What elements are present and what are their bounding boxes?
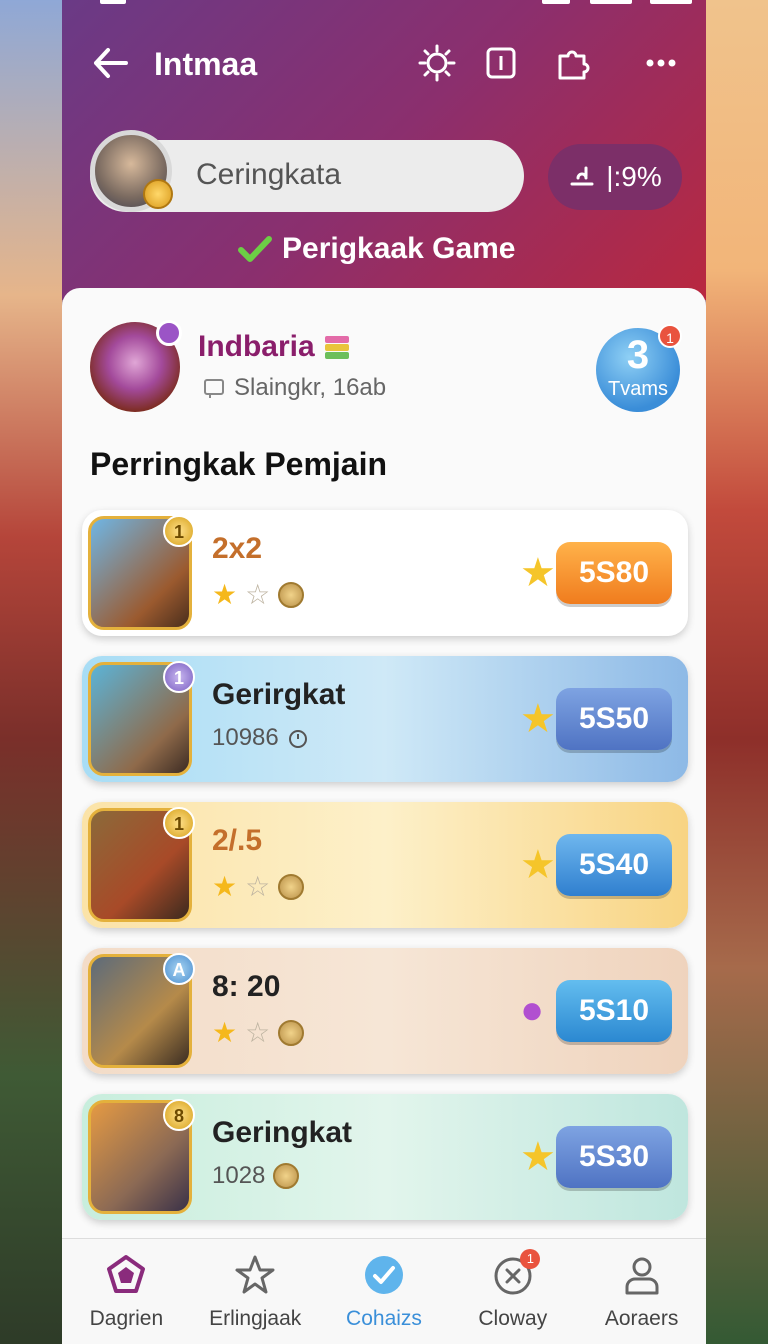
- player-avatar: 1: [88, 515, 195, 630]
- player-meta: ★ ☆: [212, 1016, 305, 1049]
- card-icon[interactable]: [482, 44, 520, 82]
- star-icon: ★: [212, 871, 238, 902]
- stat-pill-value: |:9%: [606, 161, 662, 192]
- player-meta: ★ ☆: [212, 578, 305, 611]
- coin-icon: [278, 873, 305, 900]
- player-label: Gerirgkat: [212, 678, 346, 711]
- pentagon-icon: [107, 1255, 146, 1293]
- player-meta: 1028: [212, 1162, 300, 1190]
- nav-item-aoraers[interactable]: Aoraers: [577, 1239, 706, 1344]
- checkmark-icon: [238, 236, 272, 262]
- rank-badge: 1: [163, 515, 195, 547]
- rank-badge: 8: [163, 1099, 195, 1131]
- profile-name-text: Indbaria: [198, 330, 315, 363]
- profile-avatar[interactable]: [90, 320, 182, 412]
- sliders-icon: [570, 166, 594, 186]
- check-icon: [364, 1256, 403, 1294]
- background-left: [0, 0, 62, 1344]
- coin-icon: [278, 581, 305, 608]
- profile-name: Indbaria: [198, 330, 351, 364]
- gem-icon: ●: [520, 988, 545, 1032]
- notification-badge: 1: [658, 324, 682, 348]
- notification-badge: 1: [520, 1249, 541, 1269]
- player-row[interactable]: 8 Geringkat 1028 ★ 5S30: [82, 1094, 688, 1220]
- star-icon: ★: [520, 1135, 556, 1179]
- score-button[interactable]: 5S50: [556, 688, 672, 750]
- phone-screen: Intmaa Ceringkata |:9% Perigkaak Game In…: [62, 0, 706, 1344]
- online-indicator: [156, 320, 182, 346]
- star-icon: ★: [520, 843, 556, 887]
- player-avatar: A: [88, 953, 195, 1068]
- status-bar: [80, 0, 692, 8]
- score-button[interactable]: 5S30: [556, 1126, 672, 1188]
- nav-item-cloway[interactable]: 1 Cloway: [448, 1239, 577, 1344]
- score-button[interactable]: 5S40: [556, 834, 672, 896]
- score-button[interactable]: 5S10: [556, 980, 672, 1042]
- profile-subtitle-text: Slaingkr, 16ab: [234, 374, 387, 401]
- teams-label: Tvams: [608, 378, 668, 400]
- nav-item-cohaizs[interactable]: Cohaizs: [320, 1239, 449, 1344]
- player-meta-text: 1028: [212, 1162, 266, 1189]
- player-avatar: 8: [88, 1099, 195, 1214]
- bottom-nav: Dagrien Erlingjaak Cohaizs 1 Cloway Aora…: [62, 1238, 706, 1344]
- player-label: 2x2: [212, 532, 263, 565]
- search-placeholder: Ceringkata: [196, 158, 342, 191]
- coin-icon: [143, 179, 173, 209]
- more-icon[interactable]: [642, 44, 680, 82]
- nav-label: Cohaizs: [346, 1307, 422, 1330]
- profile-subtitle: Slaingkr, 16ab: [202, 374, 386, 402]
- leaderboard-card: Indbaria Slaingkr, 16ab 3 Tvams 1 Perrin…: [62, 288, 706, 1344]
- coin-icon: [278, 1019, 305, 1046]
- player-meta: 10986: [212, 724, 309, 752]
- game-subtitle: Perigkaak Game: [238, 232, 515, 266]
- star-icon: [235, 1255, 275, 1294]
- star-icon: ★: [520, 551, 556, 595]
- rank-badge: 1: [163, 807, 195, 839]
- header: Intmaa Ceringkata |:9% Perigkaak Game: [62, 0, 706, 300]
- star-outline-icon: ☆: [245, 579, 271, 610]
- star-icon: ★: [520, 697, 556, 741]
- stat-pill[interactable]: |:9%: [548, 144, 682, 210]
- background-right: [706, 0, 768, 1344]
- nav-item-erlingjaak[interactable]: Erlingjaak: [191, 1239, 320, 1344]
- nav-label: Aoraers: [604, 1307, 679, 1330]
- star-outline-icon: ☆: [245, 1017, 271, 1048]
- avatar[interactable]: [90, 130, 173, 212]
- teams-badge[interactable]: 3 Tvams 1: [596, 324, 682, 412]
- player-meta-text: 10986: [212, 724, 279, 751]
- player-label: 2/.5: [212, 824, 263, 857]
- top-bar: Intmaa: [62, 38, 706, 88]
- back-arrow-icon[interactable]: [90, 46, 130, 80]
- player-row[interactable]: 1 Gerirgkat 10986 ★ 5S50: [82, 656, 688, 782]
- coin-icon: [273, 1163, 300, 1189]
- star-icon: ★: [212, 579, 238, 610]
- timer-icon: [288, 730, 307, 748]
- subtitle-text: Perigkaak Game: [282, 232, 516, 265]
- nav-label: Dagrien: [89, 1307, 164, 1330]
- layers-icon: [324, 336, 349, 359]
- player-row[interactable]: A 8: 20 ★ ☆ ● 5S10: [82, 948, 688, 1074]
- player-row[interactable]: 1 2/.5 ★ ☆ ★ 5S40: [82, 802, 688, 928]
- app-title: Intmaa: [154, 46, 258, 82]
- player-meta: ★ ☆: [212, 870, 305, 903]
- star-outline-icon: ☆: [245, 871, 271, 902]
- player-avatar: 1: [88, 661, 195, 776]
- nav-item-dagrien[interactable]: Dagrien: [62, 1239, 191, 1344]
- player-label: 8: 20: [212, 970, 281, 1003]
- player-avatar: 1: [88, 807, 195, 922]
- rank-badge: 1: [163, 661, 195, 693]
- nav-label: Cloway: [478, 1307, 548, 1330]
- star-icon: ★: [212, 1017, 238, 1048]
- player-label: Geringkat: [212, 1116, 353, 1149]
- section-title: Perringkak Pemjain: [90, 446, 388, 482]
- id-card-icon: [204, 379, 224, 398]
- user-icon: [625, 1257, 659, 1295]
- rank-badge: A: [163, 953, 195, 985]
- score-button[interactable]: 5S80: [556, 542, 672, 604]
- sun-icon[interactable]: [418, 44, 456, 82]
- puzzle-icon[interactable]: [554, 44, 592, 82]
- player-row[interactable]: 1 2x2 ★ ☆ ★ 5S80: [82, 510, 688, 636]
- nav-label: Erlingjaak: [209, 1307, 302, 1330]
